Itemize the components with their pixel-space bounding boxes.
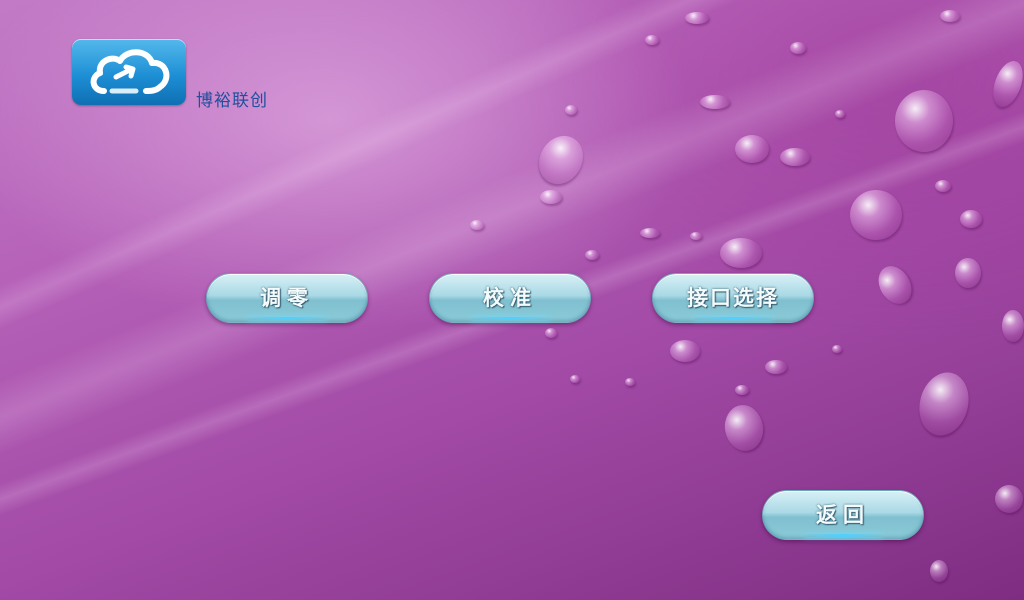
back-button[interactable]: 返回	[762, 490, 924, 540]
app-logo	[72, 39, 186, 105]
brand-name: 博裕联创	[196, 91, 268, 111]
cloud-icon	[90, 49, 170, 94]
zero-button[interactable]: 调零	[206, 273, 368, 323]
calibrate-button[interactable]: 校准	[429, 273, 591, 323]
interface-select-button[interactable]: 接口选择	[652, 273, 814, 323]
